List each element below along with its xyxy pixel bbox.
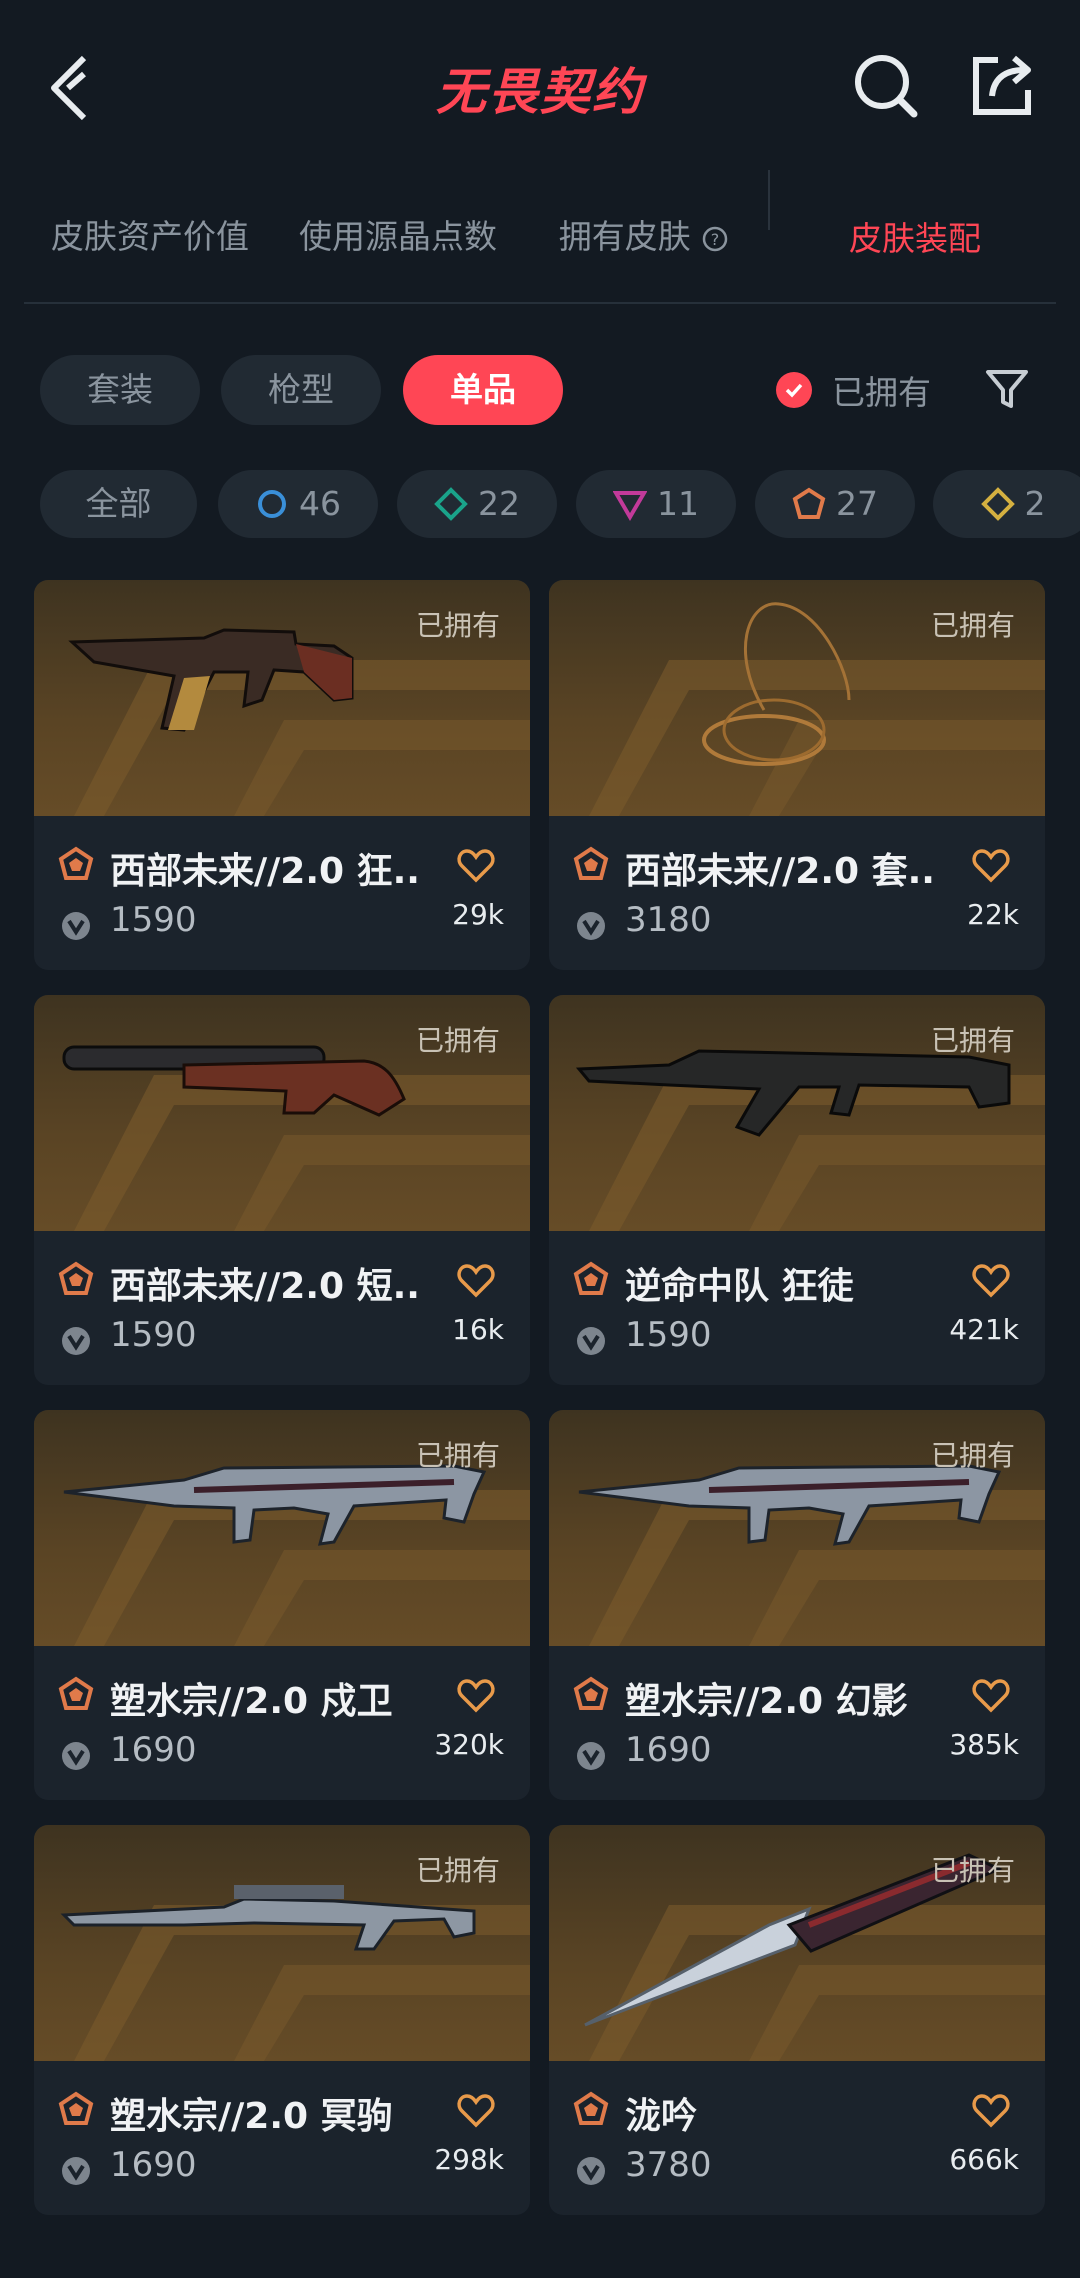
skin-image: 已拥有	[549, 580, 1045, 816]
pentagon-tier-icon	[58, 846, 94, 880]
tab-single-item[interactable]: 单品	[403, 355, 563, 425]
valorant-points-icon	[577, 2157, 605, 2185]
like-count: 385k	[949, 1728, 1019, 1761]
check-icon	[776, 372, 812, 408]
heart-icon[interactable]	[971, 2093, 1011, 2129]
rarity-filter-2[interactable]: 22	[397, 470, 557, 538]
valorant-points-icon	[62, 912, 90, 940]
heart-icon[interactable]	[456, 848, 496, 884]
skin-price: 1590	[625, 1315, 712, 1355]
owned-badge: 已拥有	[415, 609, 500, 642]
skin-name: 西部未来//2.0 狂...	[110, 851, 420, 892]
heart-icon[interactable]	[971, 1678, 1011, 1714]
like-count: 298k	[434, 2143, 504, 2176]
pentagon-tier-icon	[573, 1676, 609, 1710]
heart-icon[interactable]	[971, 848, 1011, 884]
skin-card[interactable]: 已拥有西部未来//2.0 狂... 1590 29k	[34, 580, 530, 970]
valorant-points-icon	[62, 1327, 90, 1355]
heart-icon[interactable]	[456, 1678, 496, 1714]
heart-icon[interactable]	[971, 1263, 1011, 1299]
skin-card[interactable]: 已拥有逆命中队 狂徒 1590 421k	[549, 995, 1045, 1385]
skin-card[interactable]: 已拥有塑水宗//2.0 幻影 1690 385k	[549, 1410, 1045, 1800]
rarity-filter-5[interactable]: 2	[933, 470, 1080, 538]
rarity-filter-1[interactable]: 46	[218, 470, 378, 538]
top-bar: 无畏契约	[0, 0, 1080, 170]
skin-image: 已拥有	[34, 995, 530, 1231]
skin-price: 1590	[110, 900, 197, 940]
search-icon[interactable]	[850, 50, 920, 120]
rarity-filter-4[interactable]: 27	[755, 470, 915, 538]
owned-badge: 已拥有	[930, 1439, 1015, 1472]
skin-price: 1690	[110, 1730, 197, 1770]
valorant-points-icon	[62, 1742, 90, 1770]
owned-badge: 已拥有	[930, 1854, 1015, 1887]
divider	[24, 302, 1056, 304]
skin-price: 1690	[625, 1730, 712, 1770]
skin-image: 已拥有	[34, 580, 530, 816]
rarity-filter-3[interactable]: 11	[576, 470, 736, 538]
owned-badge: 已拥有	[415, 1439, 500, 1472]
filter-icon[interactable]	[982, 364, 1032, 414]
heart-icon[interactable]	[456, 2093, 496, 2129]
gold-diamond-tier-icon	[980, 487, 1015, 521]
pentagon-tier-icon	[792, 487, 826, 519]
skin-card[interactable]: 已拥有西部未来//2.0 短... 1590 16k	[34, 995, 530, 1385]
diamond-tier-icon	[434, 487, 468, 521]
like-count: 29k	[452, 898, 504, 931]
skin-name: 泷吟	[625, 2096, 698, 2137]
skin-price: 1690	[110, 2145, 197, 2185]
valorant-points-icon	[577, 1327, 605, 1355]
skin-price: 3180	[625, 900, 712, 940]
skin-name: 西部未来//2.0 短...	[110, 1266, 420, 1307]
pentagon-tier-icon	[58, 1676, 94, 1710]
skin-card[interactable]: 已拥有西部未来//2.0 套... 3180 22k	[549, 580, 1045, 970]
like-count: 320k	[434, 1728, 504, 1761]
owned-badge: 已拥有	[415, 1854, 500, 1887]
skin-image: 已拥有	[549, 1410, 1045, 1646]
pentagon-tier-icon	[573, 1261, 609, 1295]
like-count: 666k	[949, 2143, 1019, 2176]
pentagon-tier-icon	[58, 1261, 94, 1295]
circle-tier-icon	[258, 490, 286, 518]
skin-name: 塑水宗//2.0 戍卫	[110, 1681, 393, 1722]
rarity-filter-0[interactable]: 全部	[40, 470, 197, 538]
triangle-tier-icon	[613, 491, 647, 521]
skin-card[interactable]: 已拥有塑水宗//2.0 戍卫 1690 320k	[34, 1410, 530, 1800]
owned-filter-toggle[interactable]: 已拥有	[776, 355, 931, 425]
skin-price: 3780	[625, 2145, 712, 2185]
owned-badge: 已拥有	[930, 1024, 1015, 1057]
svg-text:?: ?	[711, 230, 720, 249]
like-count: 16k	[452, 1313, 504, 1346]
tab-weapon-type[interactable]: 枪型	[221, 355, 381, 425]
like-count: 22k	[967, 898, 1019, 931]
valorant-points-icon	[62, 2157, 90, 2185]
heart-icon[interactable]	[456, 1263, 496, 1299]
skin-image: 已拥有	[549, 995, 1045, 1231]
skin-image: 已拥有	[34, 1825, 530, 2061]
valorant-points-icon	[577, 912, 605, 940]
owned-badge: 已拥有	[930, 609, 1015, 642]
share-icon[interactable]	[968, 50, 1038, 120]
pentagon-tier-icon	[573, 846, 609, 880]
pentagon-tier-icon	[573, 2091, 609, 2125]
skin-image: 已拥有	[34, 1410, 530, 1646]
like-count: 421k	[949, 1313, 1019, 1346]
skin-image: 已拥有	[549, 1825, 1045, 2061]
skin-price: 1590	[110, 1315, 197, 1355]
skin-name: 逆命中队 狂徒	[625, 1266, 854, 1307]
pentagon-tier-icon	[58, 2091, 94, 2125]
tab-bundle[interactable]: 套装	[40, 355, 200, 425]
skin-name: 塑水宗//2.0 冥驹	[110, 2096, 393, 2137]
skin-card[interactable]: 已拥有塑水宗//2.0 冥驹 1690 298k	[34, 1825, 530, 2215]
valorant-points-icon	[577, 1742, 605, 1770]
skin-name: 西部未来//2.0 套...	[625, 851, 935, 892]
help-icon[interactable]: ?	[701, 225, 729, 253]
owned-badge: 已拥有	[415, 1024, 500, 1057]
skin-card[interactable]: 已拥有泷吟 3780 666k	[549, 1825, 1045, 2215]
skin-name: 塑水宗//2.0 幻影	[625, 1681, 908, 1722]
